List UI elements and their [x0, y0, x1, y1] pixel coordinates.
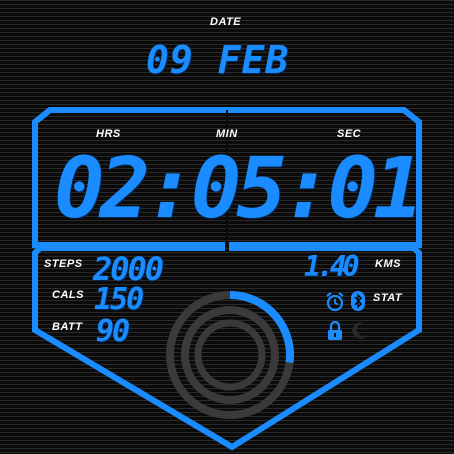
- lock-icon[interactable]: [326, 320, 344, 342]
- cals-value: 150: [94, 282, 144, 317]
- date-value: 09 FEB: [146, 38, 290, 82]
- alarm-clock-icon[interactable]: [324, 291, 346, 313]
- batt-label: BATT: [52, 321, 83, 333]
- stat-label: STAT: [373, 292, 403, 304]
- date-label: DATE: [210, 16, 242, 28]
- kms-label: KMS: [375, 258, 401, 270]
- time-display: 02:05:01: [54, 139, 424, 237]
- kms-value: 1.40: [304, 250, 359, 283]
- cals-label: CALS: [52, 289, 84, 301]
- moon-icon[interactable]: [350, 320, 370, 340]
- batt-value: 90: [96, 314, 130, 349]
- bluetooth-icon[interactable]: [350, 290, 366, 312]
- steps-label: STEPS: [44, 258, 83, 270]
- steps-progress-ring: [166, 291, 294, 419]
